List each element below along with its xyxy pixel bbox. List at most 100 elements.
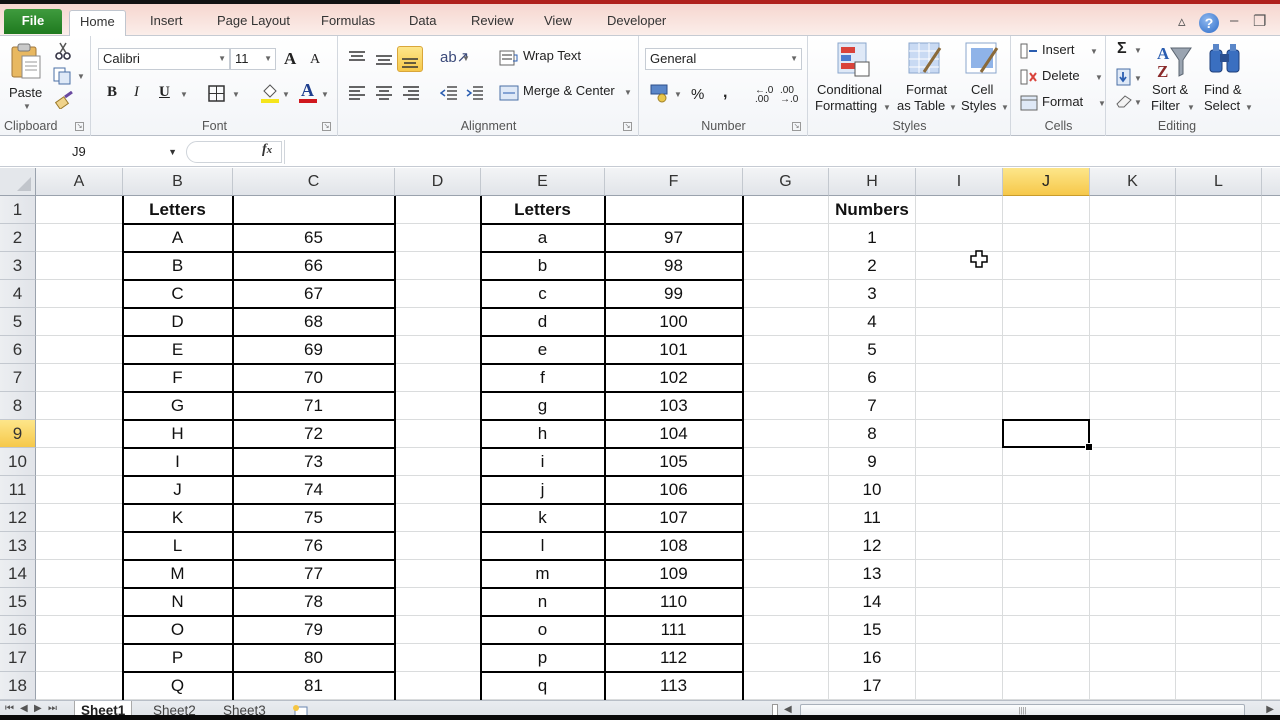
cell-d14[interactable] [395, 560, 481, 588]
cell-i1[interactable] [916, 196, 1003, 224]
cell-f12[interactable]: 107 [605, 504, 743, 532]
font-size-select[interactable]: 11 ▼ [230, 48, 276, 70]
scroll-right-icon[interactable]: ▶ [1266, 704, 1274, 715]
row-header-18[interactable]: 18 [0, 672, 36, 700]
paste-button[interactable]: Paste ▼ [5, 40, 47, 111]
cell-m8[interactable] [1262, 392, 1280, 420]
tab-page-layout[interactable]: Page Layout [207, 10, 300, 36]
column-header-f[interactable]: F [605, 168, 743, 196]
cell-i3[interactable] [916, 252, 1003, 280]
cell-a6[interactable] [36, 336, 123, 364]
cell-j12[interactable] [1003, 504, 1090, 532]
cell-a2[interactable] [36, 224, 123, 252]
cell-b10[interactable]: I [123, 448, 233, 476]
copy-icon[interactable] [53, 67, 75, 85]
cell-b7[interactable]: F [123, 364, 233, 392]
cell-g14[interactable] [743, 560, 829, 588]
cell-j11[interactable] [1003, 476, 1090, 504]
cell-g4[interactable] [743, 280, 829, 308]
cell-j14[interactable] [1003, 560, 1090, 588]
cell-b13[interactable]: L [123, 532, 233, 560]
cell-a12[interactable] [36, 504, 123, 532]
cell-k12[interactable] [1090, 504, 1176, 532]
cell-d2[interactable] [395, 224, 481, 252]
cell-g12[interactable] [743, 504, 829, 532]
cell-k14[interactable] [1090, 560, 1176, 588]
cell-l1[interactable] [1176, 196, 1262, 224]
cell-f2[interactable]: 97 [605, 224, 743, 252]
fill-color-dropdown-icon[interactable]: ▼ [282, 90, 290, 99]
cell-k4[interactable] [1090, 280, 1176, 308]
row-header-5[interactable]: 5 [0, 308, 36, 336]
column-header-e[interactable]: E [481, 168, 605, 196]
cell-c5[interactable]: 68 [233, 308, 395, 336]
row-header-8[interactable]: 8 [0, 392, 36, 420]
cell-m9[interactable] [1262, 420, 1280, 448]
cell-l12[interactable] [1176, 504, 1262, 532]
cell-h8[interactable]: 7 [829, 392, 916, 420]
cell-e17[interactable]: p [481, 644, 605, 672]
cell-j17[interactable] [1003, 644, 1090, 672]
column-header-b[interactable]: B [123, 168, 233, 196]
cell-d4[interactable] [395, 280, 481, 308]
cell-f10[interactable]: 105 [605, 448, 743, 476]
cell-l15[interactable] [1176, 588, 1262, 616]
cell-g10[interactable] [743, 448, 829, 476]
cell-d5[interactable] [395, 308, 481, 336]
cell-c2[interactable]: 65 [233, 224, 395, 252]
cell-i11[interactable] [916, 476, 1003, 504]
cell-f17[interactable]: 112 [605, 644, 743, 672]
cell-l6[interactable] [1176, 336, 1262, 364]
cell-g17[interactable] [743, 644, 829, 672]
cell-j13[interactable] [1003, 532, 1090, 560]
column-header-j[interactable]: J [1003, 168, 1090, 196]
next-sheet-icon[interactable]: ▶ [34, 703, 42, 714]
column-header-k[interactable]: K [1090, 168, 1176, 196]
cut-icon[interactable] [55, 42, 71, 60]
cell-k1[interactable] [1090, 196, 1176, 224]
cell-d6[interactable] [395, 336, 481, 364]
spreadsheet-grid[interactable]: A B C D E F G H I J K L 1 Letters Letters Numbers 2 A 65 a 9… [0, 168, 1280, 700]
fill-dropdown-icon[interactable]: ▼ [1134, 74, 1142, 83]
cell-c1[interactable] [233, 196, 395, 224]
cell-b15[interactable]: N [123, 588, 233, 616]
column-header-i[interactable]: I [916, 168, 1003, 196]
cell-m11[interactable] [1262, 476, 1280, 504]
clear-dropdown-icon[interactable]: ▼ [1134, 98, 1142, 107]
cell-h15[interactable]: 14 [829, 588, 916, 616]
tab-view[interactable]: View [534, 10, 582, 36]
cell-c9[interactable]: 72 [233, 420, 395, 448]
cell-k5[interactable] [1090, 308, 1176, 336]
column-header-a[interactable]: A [36, 168, 123, 196]
cell-f14[interactable]: 109 [605, 560, 743, 588]
cell-j6[interactable] [1003, 336, 1090, 364]
row-header-4[interactable]: 4 [0, 280, 36, 308]
cell-m18[interactable] [1262, 672, 1280, 700]
cell-l4[interactable] [1176, 280, 1262, 308]
tab-developer[interactable]: Developer [597, 10, 676, 36]
cell-i5[interactable] [916, 308, 1003, 336]
shrink-font-button[interactable]: A [310, 52, 320, 68]
cell-h4[interactable]: 3 [829, 280, 916, 308]
cell-e3[interactable]: b [481, 252, 605, 280]
cell-f18[interactable]: 113 [605, 672, 743, 700]
cell-j1[interactable] [1003, 196, 1090, 224]
cell-i6[interactable] [916, 336, 1003, 364]
cell-i15[interactable] [916, 588, 1003, 616]
cell-h18[interactable]: 17 [829, 672, 916, 700]
borders-icon[interactable] [208, 85, 226, 103]
cell-h2[interactable]: 1 [829, 224, 916, 252]
cell-a13[interactable] [36, 532, 123, 560]
cell-h16[interactable]: 15 [829, 616, 916, 644]
percent-button[interactable]: % [691, 86, 704, 103]
cell-e6[interactable]: e [481, 336, 605, 364]
cell-e7[interactable]: f [481, 364, 605, 392]
name-box-dropdown-icon[interactable]: ▼ [168, 141, 177, 163]
cell-f5[interactable]: 100 [605, 308, 743, 336]
borders-dropdown-icon[interactable]: ▼ [232, 90, 240, 99]
cell-e5[interactable]: d [481, 308, 605, 336]
cell-l18[interactable] [1176, 672, 1262, 700]
cell-a3[interactable] [36, 252, 123, 280]
row-header-6[interactable]: 6 [0, 336, 36, 364]
cell-b14[interactable]: M [123, 560, 233, 588]
